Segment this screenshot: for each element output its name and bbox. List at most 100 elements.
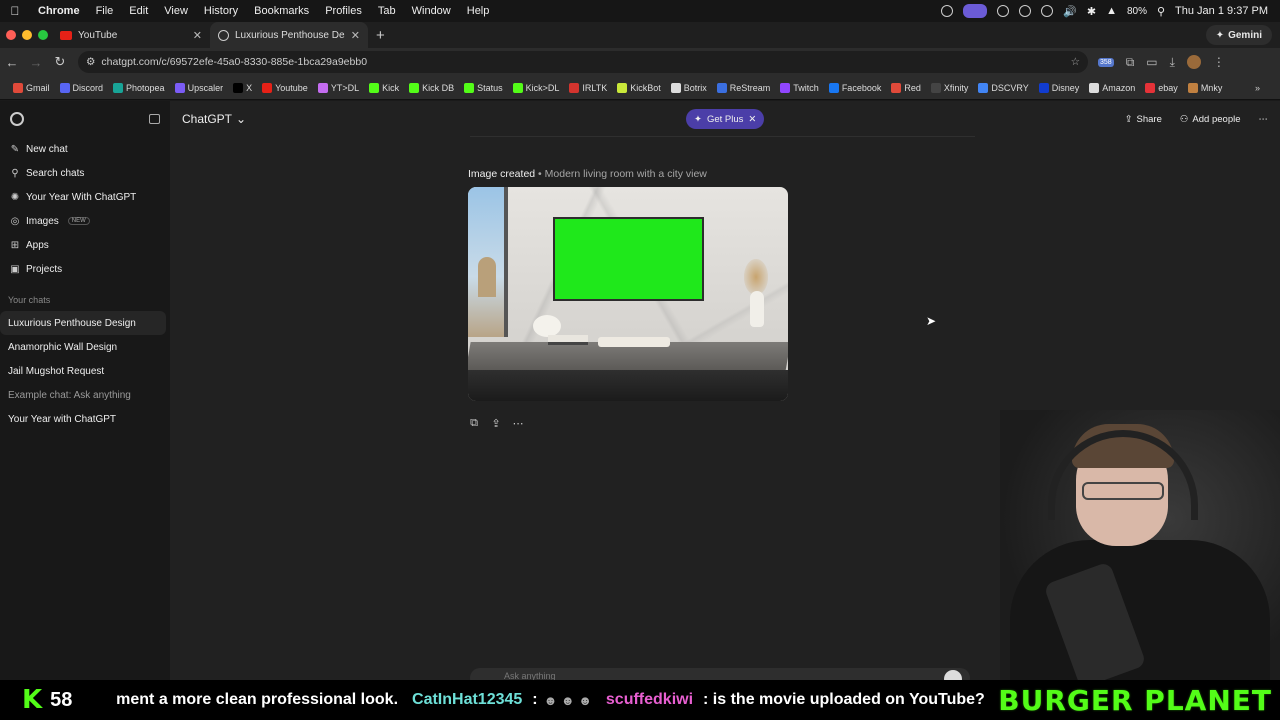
bookmark-kick-db[interactable]: Kick DB	[404, 82, 459, 93]
zoom-window-button[interactable]	[38, 30, 48, 40]
bookmark-status[interactable]: Status	[459, 82, 508, 93]
menu-file[interactable]: File	[88, 5, 122, 17]
bookmark-facebook[interactable]: Facebook	[824, 82, 887, 93]
extensions-puzzle-icon[interactable]: ⧉	[1126, 55, 1135, 70]
apple-icon[interactable]: 	[0, 4, 30, 18]
chat-item-example[interactable]: Example chat: Ask anything	[0, 383, 170, 407]
menu-tab[interactable]: Tab	[370, 5, 404, 17]
download-icon[interactable]: ⤓	[1170, 55, 1175, 70]
status-icon[interactable]	[941, 5, 954, 17]
bluetooth-icon[interactable]: ✱	[1087, 5, 1096, 18]
bookmark-amazon[interactable]: Amazon	[1084, 82, 1140, 93]
generated-image[interactable]	[468, 187, 788, 401]
chat-item-jail-mugshot[interactable]: Jail Mugshot Request	[0, 359, 170, 383]
search-icon: ⚲	[11, 167, 19, 179]
bookmark-star-icon[interactable]: ☆	[1071, 56, 1080, 68]
menu-app-name[interactable]: Chrome	[30, 5, 88, 17]
chat-item-anamorphic-wall[interactable]: Anamorphic Wall Design	[0, 335, 170, 359]
bookmark-upscaler[interactable]: Upscaler	[170, 82, 229, 93]
minimize-window-button[interactable]	[22, 30, 32, 40]
wifi-icon[interactable]: ▲	[1106, 5, 1117, 17]
more-horiz-icon[interactable]: ⋯	[512, 417, 524, 430]
share-button[interactable]: ⇪ Share	[1125, 114, 1162, 125]
sidepanel-icon[interactable]: ▭	[1146, 55, 1157, 69]
bookmark-x[interactable]: X	[228, 82, 257, 93]
sidebar-toggle-icon[interactable]	[149, 114, 160, 124]
sidebar-item-images[interactable]: ◎ Images NEW	[0, 209, 170, 233]
profile-avatar[interactable]	[1186, 55, 1201, 69]
browser-tab-strip: YouTube ✕ Luxurious Penthouse Design ✕ +…	[0, 22, 1280, 48]
bookmark-kick[interactable]: Kick	[364, 82, 404, 93]
menu-window[interactable]: Window	[404, 5, 459, 17]
tab-chatgpt[interactable]: Luxurious Penthouse Design ✕	[210, 22, 368, 48]
close-icon[interactable]: ✕	[351, 29, 360, 42]
bookmark-irltk[interactable]: IRLTK	[564, 82, 612, 93]
bookmark-disney[interactable]: Disney	[1034, 82, 1085, 93]
menu-edit[interactable]: Edit	[121, 5, 156, 17]
sparkle-icon: ✺	[10, 191, 20, 203]
folder-icon: ▣	[10, 263, 20, 275]
bookmark-twitch[interactable]: Twitch	[775, 82, 824, 93]
sidebar-item-new-chat[interactable]: ✎ New chat	[0, 137, 170, 161]
chat-item-luxurious-penthouse[interactable]: Luxurious Penthouse Design	[0, 311, 166, 335]
sidebar-item-year[interactable]: ✺ Your Year With ChatGPT	[0, 185, 170, 209]
address-bar[interactable]: ⚙ chatgpt.com/c/69572efe-45a0-8330-885e-…	[78, 51, 1088, 73]
bookmark-youtube[interactable]: Youtube	[257, 82, 313, 93]
gemini-button[interactable]: ✦ Gemini	[1205, 25, 1272, 45]
search-icon[interactable]: ⚲	[1157, 5, 1165, 18]
menu-help[interactable]: Help	[459, 5, 498, 17]
model-selector[interactable]: ChatGPT ⌄	[182, 112, 246, 126]
bookmark-dscvry[interactable]: DSCVRY	[973, 82, 1033, 93]
forward-icon[interactable]: →	[24, 55, 48, 70]
close-icon[interactable]: ✕	[748, 114, 756, 125]
screen-record-icon[interactable]	[963, 4, 988, 18]
bookmark-kickbot[interactable]: KickBot	[612, 82, 666, 93]
site-info-icon[interactable]: ⚙	[86, 56, 95, 68]
bookmark-yt-dl[interactable]: YT>DL	[313, 82, 364, 93]
extension-icon[interactable]: 358	[1098, 57, 1114, 67]
back-icon[interactable]: ←	[0, 55, 24, 70]
menu-view[interactable]: View	[156, 5, 196, 17]
openai-logo-icon[interactable]	[10, 112, 24, 126]
volume-icon[interactable]: 🔊	[1063, 5, 1077, 18]
reload-icon[interactable]: ↻	[48, 54, 72, 70]
bookmark-gmail[interactable]: Gmail	[8, 82, 55, 93]
status-area: 🔊 ✱ ▲ 80% ⚲ Thu Jan 1 9:37 PM	[941, 4, 1280, 18]
sidebar-item-label: New chat	[26, 143, 68, 155]
tab-youtube[interactable]: YouTube ✕	[52, 22, 210, 48]
battery-percent[interactable]: 80%	[1127, 6, 1147, 17]
datetime[interactable]: Thu Jan 1 9:37 PM	[1175, 5, 1268, 17]
bookmark-red[interactable]: Red	[886, 82, 926, 93]
sidebar-item-search-chats[interactable]: ⚲ Search chats	[0, 161, 170, 185]
close-icon[interactable]: ✕	[193, 29, 202, 42]
get-plus-button[interactable]: ✦ Get Plus ✕	[686, 109, 765, 129]
play-icon[interactable]	[1041, 5, 1054, 17]
status-icon[interactable]	[997, 5, 1010, 17]
menu-history[interactable]: History	[196, 5, 246, 17]
bookmark-discord[interactable]: Discord	[55, 82, 109, 93]
more-vert-icon[interactable]: ⋮	[1213, 55, 1225, 69]
menu-bookmarks[interactable]: Bookmarks	[246, 5, 317, 17]
bookmark-mnky[interactable]: Mnky	[1183, 82, 1228, 93]
bookmark-kick-dl[interactable]: Kick>DL	[508, 82, 565, 93]
bookmark-photopea[interactable]: Photopea	[108, 82, 170, 93]
headset	[1048, 430, 1198, 520]
sparkle-icon: ✦	[694, 113, 702, 125]
status-icon[interactable]	[1019, 5, 1032, 17]
chevron-right-icon[interactable]: »	[1255, 83, 1280, 93]
grid-icon: ⊞	[10, 239, 20, 251]
bookmark-restream[interactable]: ReStream	[712, 82, 776, 93]
more-horiz-icon[interactable]: ⋯	[1259, 114, 1269, 125]
chat-item-year-with-chatgpt[interactable]: Your Year with ChatGPT	[0, 407, 170, 431]
bookmark-xfinity[interactable]: Xfinity	[926, 82, 974, 93]
sidebar-item-apps[interactable]: ⊞ Apps	[0, 233, 170, 257]
new-tab-button[interactable]: +	[368, 27, 385, 44]
menu-profiles[interactable]: Profiles	[317, 5, 370, 17]
add-people-button[interactable]: ⚇ Add people	[1180, 114, 1241, 125]
copy-icon[interactable]: ⧉	[468, 417, 480, 430]
bookmark-ebay[interactable]: ebay	[1140, 82, 1183, 93]
bookmark-botrix[interactable]: Botrix	[666, 82, 712, 93]
close-window-button[interactable]	[6, 30, 16, 40]
sidebar-item-projects[interactable]: ▣ Projects	[0, 257, 170, 281]
share-icon[interactable]: ⇪	[490, 417, 502, 430]
